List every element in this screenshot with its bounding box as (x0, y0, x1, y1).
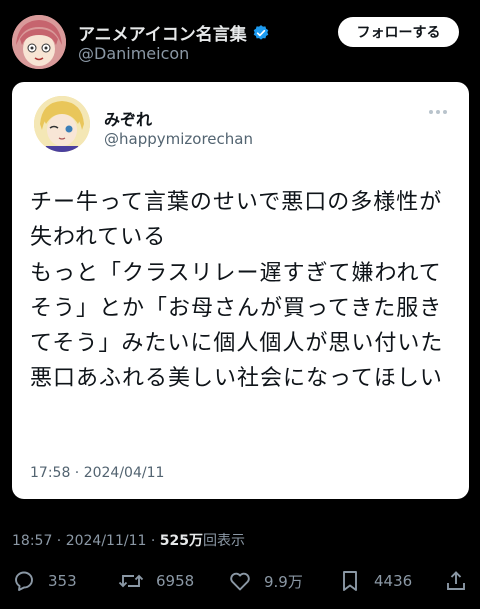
more-options-icon[interactable] (428, 108, 448, 116)
like-count: 9.9万 (264, 572, 303, 591)
retweet-count: 6958 (156, 572, 195, 590)
quoted-text-paragraph-2: もっと「クラスリレー遅すぎて嫌われてそう」とか「お母さんが買ってきた服きてそう」… (30, 261, 444, 391)
follow-button[interactable]: フォローする (338, 17, 459, 47)
verified-badge-icon (253, 24, 269, 40)
reply-icon (15, 571, 33, 591)
like-button[interactable]: 9.9万 (228, 566, 303, 596)
views-count: 525万 (159, 533, 203, 549)
author-avatar[interactable] (12, 15, 66, 69)
bookmark-count: 4436 (374, 572, 413, 590)
share-button[interactable] (444, 566, 480, 596)
views-label: 回表示 (202, 533, 245, 549)
quoted-tweet-card[interactable]: みぞれ @happymizorechan チー牛って言葉のせいで悪口の多様性が失… (12, 82, 469, 499)
heart-icon (230, 572, 250, 591)
reply-count: 353 (48, 572, 77, 590)
bookmark-button[interactable]: 4436 (338, 566, 412, 596)
quoted-timestamp[interactable]: 17:58 · 2024/04/11 (30, 465, 164, 481)
share-icon (447, 571, 465, 590)
quoted-handle[interactable]: @happymizorechan (104, 130, 253, 148)
author-name-text[interactable]: アニメアイコン名言集 (78, 20, 247, 45)
author-name[interactable]: アニメアイコン名言集 (78, 20, 270, 45)
action-bar: 353 6958 9.9万 4436 (0, 566, 480, 596)
author-handle[interactable]: @Danimeicon (78, 44, 189, 63)
bookmark-icon (343, 571, 357, 591)
tweet-datetime[interactable]: 18:57 · 2024/11/11 · (12, 533, 160, 549)
quoted-text-paragraph-1: チー牛って言葉のせいで悪口の多様性が失われている (30, 190, 443, 250)
retweet-icon (118, 574, 144, 588)
retweet-button[interactable]: 6958 (118, 566, 194, 596)
quoted-avatar[interactable] (34, 96, 90, 152)
tweet-meta: 18:57 · 2024/11/11 · 525万回表示 (12, 530, 245, 550)
reply-button[interactable]: 353 (12, 566, 77, 596)
tweet-header: アニメアイコン名言集 @Danimeicon フォローする (0, 0, 480, 80)
quoted-name[interactable]: みぞれ (104, 106, 152, 130)
